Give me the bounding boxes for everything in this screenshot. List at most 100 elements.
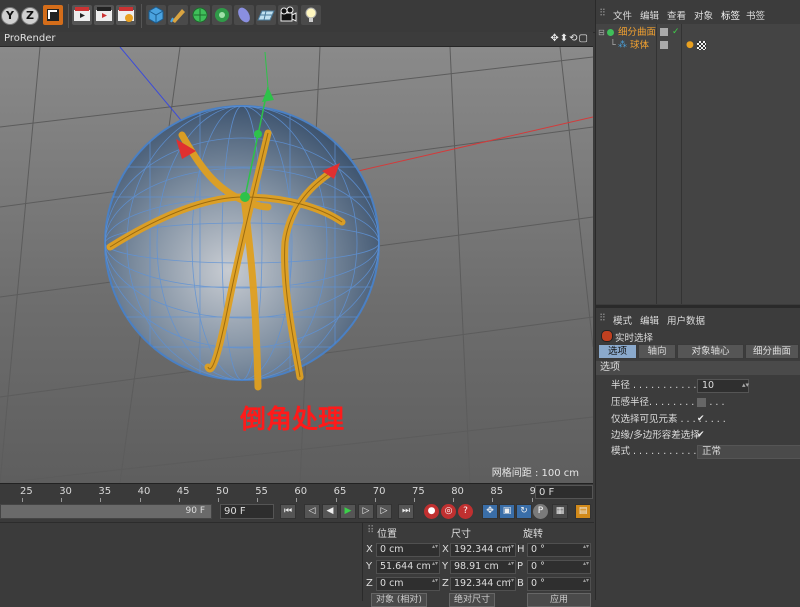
- transport-bar: 90 F 90 F ⏮ ◁ ◀ ▶ ▷ ▷ ⏭ ● ◎ ? ✥ ▣ ↻ P ▦ …: [0, 502, 593, 522]
- size-y-field[interactable]: 98.91 cm: [450, 560, 516, 574]
- object-row-subdivision[interactable]: ⊟ 细分曲面 ✓: [596, 26, 800, 39]
- render-settings-icon[interactable]: [116, 5, 136, 25]
- auto-keying-icon[interactable]: ◎: [441, 504, 456, 519]
- record-keys-icon[interactable]: ●: [424, 504, 439, 519]
- keyframe-selection-icon[interactable]: ?: [458, 504, 473, 519]
- timeline-tick-label: 55: [255, 486, 268, 497]
- menu-mode[interactable]: 模式: [613, 313, 632, 327]
- only-visible-label: 仅选择可见元素 . . . . . . . .: [611, 414, 726, 425]
- parameter-key-icon[interactable]: P: [533, 504, 548, 519]
- position-y-label: Y: [366, 561, 373, 572]
- attribute-title-bar: 实时选择: [596, 328, 800, 344]
- layer-icon[interactable]: [660, 28, 668, 36]
- rotation-b-label: B: [517, 578, 524, 589]
- object-row-sphere[interactable]: └ ⁂ 球体 ●: [596, 39, 800, 52]
- menu-objects[interactable]: 对象: [694, 8, 713, 22]
- menu-edit-attr[interactable]: 编辑: [640, 313, 659, 327]
- size-z-field[interactable]: 192.344 cm: [450, 577, 516, 591]
- floor-icon[interactable]: [256, 5, 276, 25]
- rotate-key-icon[interactable]: ↻: [516, 504, 532, 519]
- subdivision-surface-icon[interactable]: [190, 5, 210, 25]
- menu-bookmarks[interactable]: 书签: [746, 8, 765, 22]
- camera-icon[interactable]: [278, 5, 298, 25]
- size-mode-select[interactable]: 绝对尺寸: [449, 593, 496, 607]
- rotation-h-field[interactable]: 0 °: [527, 543, 591, 557]
- size-x-field[interactable]: 192.344 cm: [450, 543, 516, 557]
- end-frame-field[interactable]: 90 F: [220, 504, 274, 519]
- options-section-header: 选项: [596, 361, 800, 375]
- go-to-start-button[interactable]: ⏮: [280, 504, 296, 519]
- rotation-b-field[interactable]: 0 °: [527, 577, 591, 591]
- timeline-ruler[interactable]: 2530354045505560657075808590 0 F: [0, 483, 593, 502]
- pressure-radius-label: 压感半径. . . . . . . . . . . . .: [611, 397, 725, 408]
- tool-title: 实时选择: [615, 333, 654, 344]
- deformer-icon[interactable]: [234, 5, 254, 25]
- viewport-header: ProRender ✥⬍⟲▢: [0, 32, 593, 47]
- scale-key-icon[interactable]: ▣: [499, 504, 515, 519]
- menu-tags[interactable]: 标签: [721, 8, 740, 22]
- previous-key-button[interactable]: ◁: [304, 504, 320, 519]
- rotation-p-field[interactable]: 0 °: [527, 560, 591, 574]
- tab-subdivision-surface[interactable]: 细分曲面: [745, 344, 799, 359]
- timeline-tick-label: 65: [333, 486, 347, 497]
- timeline-tick-label: 50: [216, 486, 229, 497]
- position-x-field[interactable]: 0 cm: [376, 543, 440, 557]
- point-level-key-icon[interactable]: ▦: [552, 504, 568, 519]
- next-key-button[interactable]: ▷: [376, 504, 392, 519]
- layer-icon[interactable]: [660, 41, 668, 49]
- coordinate-system-icon[interactable]: [43, 5, 63, 25]
- current-frame-field[interactable]: 0 F: [535, 485, 593, 499]
- menu-view[interactable]: 查看: [667, 8, 686, 22]
- edge-polygon-tolerance-checkbox[interactable]: ✔: [697, 431, 706, 440]
- mode-dropdown[interactable]: 正常: [697, 445, 800, 459]
- pressure-radius-checkbox[interactable]: [697, 398, 706, 407]
- render-view-icon[interactable]: [72, 5, 92, 25]
- section-title: 选项: [600, 362, 620, 373]
- coordinate-mode-select[interactable]: 对象 (相对): [371, 593, 427, 607]
- menu-user-data[interactable]: 用户数据: [667, 313, 705, 327]
- object-name-sphere[interactable]: 球体: [630, 39, 649, 52]
- phong-tag-icon[interactable]: ●: [686, 41, 694, 50]
- material-tag-icon[interactable]: [697, 41, 706, 50]
- size-y-label: Y: [442, 561, 449, 572]
- size-header: 尺寸: [451, 529, 471, 540]
- tab-options[interactable]: 选项: [598, 344, 637, 359]
- material-manager[interactable]: [0, 522, 362, 601]
- object-list[interactable]: ⊟ 细分曲面 ✓ └ ⁂ 球体 ●: [596, 24, 800, 304]
- position-header: 位置: [377, 529, 397, 540]
- light-bulb-icon[interactable]: [301, 5, 321, 25]
- pen-spline-icon[interactable]: [168, 5, 188, 25]
- position-z-label: Z: [366, 578, 373, 589]
- only-visible-checkbox[interactable]: ✔: [697, 415, 706, 424]
- viewport-navigation-icons[interactable]: ✥⬍⟲▢: [550, 32, 589, 46]
- size-x-label: X: [442, 544, 449, 555]
- enabled-check-icon[interactable]: ✓: [672, 26, 680, 39]
- timeline-tick-label: 70: [372, 486, 386, 497]
- move-key-icon[interactable]: ✥: [482, 504, 498, 519]
- next-frame-button[interactable]: ▷: [358, 504, 374, 519]
- live-selection-icon: [601, 330, 613, 342]
- previous-frame-button[interactable]: ◀: [322, 504, 338, 519]
- render-picture-viewer-icon[interactable]: [94, 5, 114, 25]
- frame-range-slider[interactable]: 90 F: [0, 504, 212, 519]
- axis-z-button[interactable]: Z: [21, 7, 39, 25]
- position-x-label: X: [366, 544, 373, 555]
- position-y-field[interactable]: 51.644 cm: [376, 560, 440, 574]
- menu-file[interactable]: 文件: [613, 8, 632, 22]
- menu-edit[interactable]: 编辑: [640, 8, 659, 22]
- timeline-layout-icon[interactable]: ▤: [575, 504, 591, 519]
- apply-button[interactable]: 应用: [527, 593, 591, 607]
- go-to-end-button[interactable]: ⏭: [398, 504, 414, 519]
- axis-y-button[interactable]: Y: [1, 7, 19, 25]
- timeline-tick-label: 75: [412, 486, 425, 497]
- object-name-subdivision[interactable]: 细分曲面: [618, 26, 656, 39]
- cube-icon[interactable]: [146, 5, 166, 25]
- tab-axis[interactable]: 轴向: [638, 344, 676, 359]
- position-z-field[interactable]: 0 cm: [376, 577, 440, 591]
- panel-divider[interactable]: [596, 305, 800, 308]
- play-button[interactable]: ▶: [340, 504, 356, 519]
- tab-object-axis[interactable]: 对象轴心: [677, 344, 744, 359]
- right-panel: ⠿ 文件 编辑 查看 对象 标签 书签 ⊟ 细分曲面 ✓ └ ⁂ 球体 ● ⠿ …: [595, 0, 800, 600]
- array-icon[interactable]: [212, 5, 232, 25]
- viewport[interactable]: 倒角处理 网格间距 : 100 cm: [0, 47, 593, 483]
